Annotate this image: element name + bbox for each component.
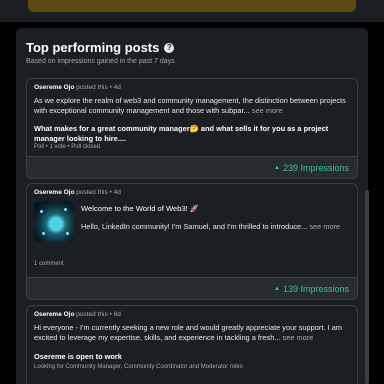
section-header: Top performing posts ? bbox=[26, 40, 175, 55]
post-card[interactable]: Osereme Ojo posted this • 4d Welcome to … bbox=[26, 183, 358, 300]
thumbnail-node bbox=[40, 210, 43, 213]
impressions-bar[interactable]: ▲ 139 Impressions bbox=[27, 277, 357, 299]
open-to-work-roles: Looking for Community Manager, Community… bbox=[34, 364, 243, 370]
scrollbar[interactable] bbox=[365, 190, 369, 384]
poll-meta: Poll • 1 vote • Poll closed bbox=[34, 144, 101, 150]
see-more-link[interactable]: see more bbox=[252, 106, 283, 115]
article-description-text: Hello, LinkedIn community! I'm Samuel, a… bbox=[81, 222, 308, 231]
post-author-line: Osereme Ojo posted this • 6d bbox=[34, 311, 121, 318]
triangle-up-icon: ▲ bbox=[274, 164, 280, 171]
post-time: posted this • 4d bbox=[74, 84, 121, 91]
post-card[interactable]: Osereme Ojo posted this • 4d As we explo… bbox=[26, 78, 358, 179]
impressions-count: 239 Impressions bbox=[282, 162, 349, 173]
post-author[interactable]: Osereme Ojo bbox=[34, 311, 74, 318]
poll-question: What makes for a great community manager… bbox=[34, 124, 329, 143]
thumbnail-node bbox=[64, 208, 67, 211]
section-title: Top performing posts bbox=[26, 40, 160, 55]
post-card[interactable]: Osereme Ojo posted this • 6d Hi everyone… bbox=[26, 305, 358, 384]
post-text-content: As we explore the realm of web3 and comm… bbox=[34, 96, 346, 115]
post-text: Hi everyone - I'm currently seeking a ne… bbox=[34, 323, 352, 343]
impressions-count: 139 Impressions bbox=[282, 283, 349, 294]
article-thumbnail[interactable] bbox=[34, 202, 74, 242]
open-to-work-heading: Osereme is open to work bbox=[34, 352, 122, 361]
post-time: posted this • 4d bbox=[74, 189, 121, 196]
section-subtitle: Based on impressions gained in the past … bbox=[26, 58, 175, 65]
article-title[interactable]: Welcome to the World of Web3! 🚀 bbox=[81, 204, 199, 213]
see-more-link[interactable]: see more bbox=[309, 222, 340, 231]
comment-count[interactable]: 1 comment bbox=[34, 261, 64, 267]
post-author[interactable]: Osereme Ojo bbox=[34, 189, 74, 196]
help-icon[interactable]: ? bbox=[164, 42, 175, 53]
post-author-line: Osereme Ojo posted this • 4d bbox=[34, 84, 121, 91]
post-text: As we explore the realm of web3 and comm… bbox=[34, 96, 352, 116]
post-time: posted this • 6d bbox=[74, 311, 121, 318]
thumbnail-node bbox=[66, 232, 69, 235]
thumbnail-node bbox=[42, 232, 45, 235]
see-more-link[interactable]: see more bbox=[283, 333, 314, 342]
impressions-bar[interactable]: ▲ 239 Impressions bbox=[27, 156, 357, 178]
previous-card-edge bbox=[28, 0, 356, 12]
article-description: Hello, LinkedIn community! I'm Samuel, a… bbox=[81, 222, 340, 231]
post-author[interactable]: Osereme Ojo bbox=[34, 84, 74, 91]
triangle-up-icon: ▲ bbox=[274, 285, 280, 292]
post-author-line: Osereme Ojo posted this • 4d bbox=[34, 189, 121, 196]
